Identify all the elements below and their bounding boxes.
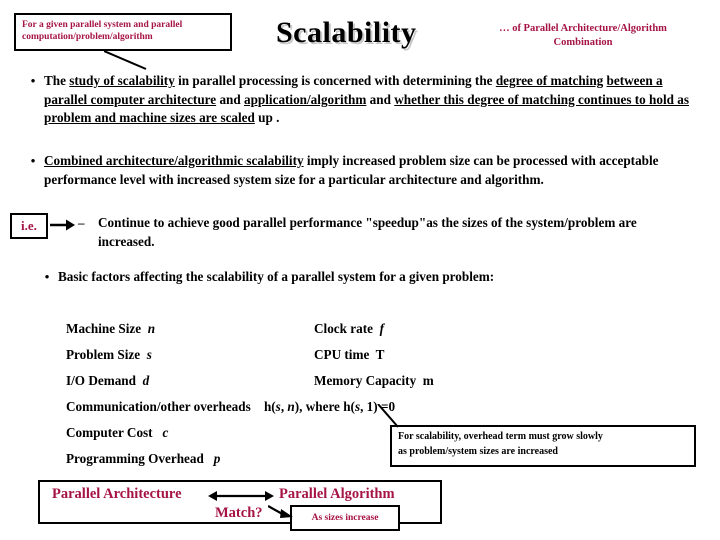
b1-part4: and	[216, 91, 244, 107]
factor-label: Communication/other overheads	[66, 399, 251, 414]
factor-row: Problem Size s CPU time T	[66, 348, 686, 374]
factor-label: Clock rate	[314, 321, 373, 336]
factor-variable: s	[146, 347, 152, 362]
ie-label-box: i.e.	[10, 213, 48, 239]
bullet-2-text: Combined architecture/algorithmic scalab…	[44, 152, 698, 189]
factor-variable: f	[379, 321, 384, 336]
overhead-expr-c: ), where h(	[294, 399, 355, 414]
sizes-note-arrow-icon	[268, 505, 293, 518]
bullet-1-text: The study of scalability in parallel pro…	[44, 72, 698, 128]
double-headed-arrow-icon	[208, 491, 274, 501]
bullet-marker: •	[30, 73, 36, 88]
page-subtitle: … of Parallel Architecture/Algorithm Com…	[452, 22, 714, 50]
bullet-item-1: • The study of scalability in parallel p…	[22, 72, 698, 128]
header-callout-box: For a given parallel system and parallel…	[14, 13, 232, 51]
factor-label: Computer Cost	[66, 425, 153, 440]
header-callout-text: For a given parallel system and parallel…	[22, 20, 182, 44]
factor-variable: p	[213, 451, 221, 466]
bullet-item-3: • Basic factors affecting the scalabilit…	[36, 268, 696, 287]
factor-label: Problem Size	[66, 347, 141, 362]
b1-part2: in parallel processing is concerned with…	[174, 73, 496, 88]
factor-variable: c	[162, 425, 169, 440]
factor-memory-capacity: Memory Capacity m	[314, 374, 686, 387]
overhead-callout-line1: For scalability, overhead term must grow…	[398, 431, 603, 442]
factor-cpu-time: CPU time T	[314, 348, 686, 361]
b1-underline2: degree of matching	[495, 73, 604, 88]
factor-row: I/O Demand d Memory Capacity m	[66, 374, 686, 400]
page-subtitle-line2: Combination	[553, 37, 613, 49]
factor-label: Programming Overhead	[66, 451, 204, 466]
factor-clock-rate: Clock rate f	[314, 322, 686, 335]
bullet-marker: •	[30, 153, 36, 168]
factor-label: Memory Capacity	[314, 373, 417, 388]
factor-label: Machine Size	[66, 321, 142, 336]
b1-part1: The	[44, 73, 70, 88]
ie-arrow-icon	[50, 219, 75, 231]
b1-underline4: application/algorithm	[244, 91, 367, 107]
b1-part6: up .	[254, 110, 280, 126]
sizes-note-box: As sizes increase	[290, 505, 400, 531]
factor-variable: T	[375, 347, 385, 362]
page-title: Scalability	[276, 16, 417, 49]
match-question-label: Match?	[215, 505, 263, 521]
factor-label: CPU time	[314, 347, 370, 362]
overhead-callout-box: For scalability, overhead term must grow…	[390, 425, 696, 467]
factor-machine-size: Machine Size n	[66, 322, 314, 335]
factor-variable: m	[422, 373, 434, 388]
page-subtitle-line1: … of Parallel Architecture/Algorithm	[499, 23, 667, 34]
bullet-3-text: Basic factors affecting the scalability …	[58, 269, 495, 284]
factor-label: I/O Demand	[66, 373, 136, 388]
factor-variable: d	[142, 373, 150, 388]
parallel-architecture-label: Parallel Architecture	[52, 486, 182, 502]
header-callout-leader-line	[104, 51, 147, 70]
b1-part5: and	[366, 91, 395, 107]
sub-bullet-dash: –	[78, 215, 85, 230]
header-callout-line1: For a given parallel system and parallel	[22, 20, 183, 31]
b1-underline1: study of scalability	[69, 73, 175, 88]
bullet-item-2: • Combined architecture/algorithmic scal…	[22, 152, 698, 189]
factor-variable: n	[147, 321, 156, 336]
bullet-marker: •	[44, 269, 50, 284]
factor-problem-size: Problem Size s	[66, 348, 314, 361]
overhead-callout-line2: as problem/system sizes are increased	[398, 445, 558, 457]
header-callout-line2: computation/problem/algorithm	[22, 32, 153, 42]
factor-row: Machine Size n Clock rate f	[66, 322, 686, 348]
sub-bullet-text: Continue to achieve good parallel perfor…	[98, 215, 637, 249]
parallel-algorithm-label: Parallel Algorithm	[279, 486, 395, 502]
overhead-var-n: n	[287, 399, 295, 414]
b2-underline1: Combined architecture/algorithmic scalab…	[44, 153, 304, 168]
overhead-expr-a: h(	[263, 399, 276, 414]
sub-bullet-item: – Continue to achieve good parallel perf…	[78, 214, 696, 251]
factor-io-demand: I/O Demand d	[66, 374, 314, 387]
